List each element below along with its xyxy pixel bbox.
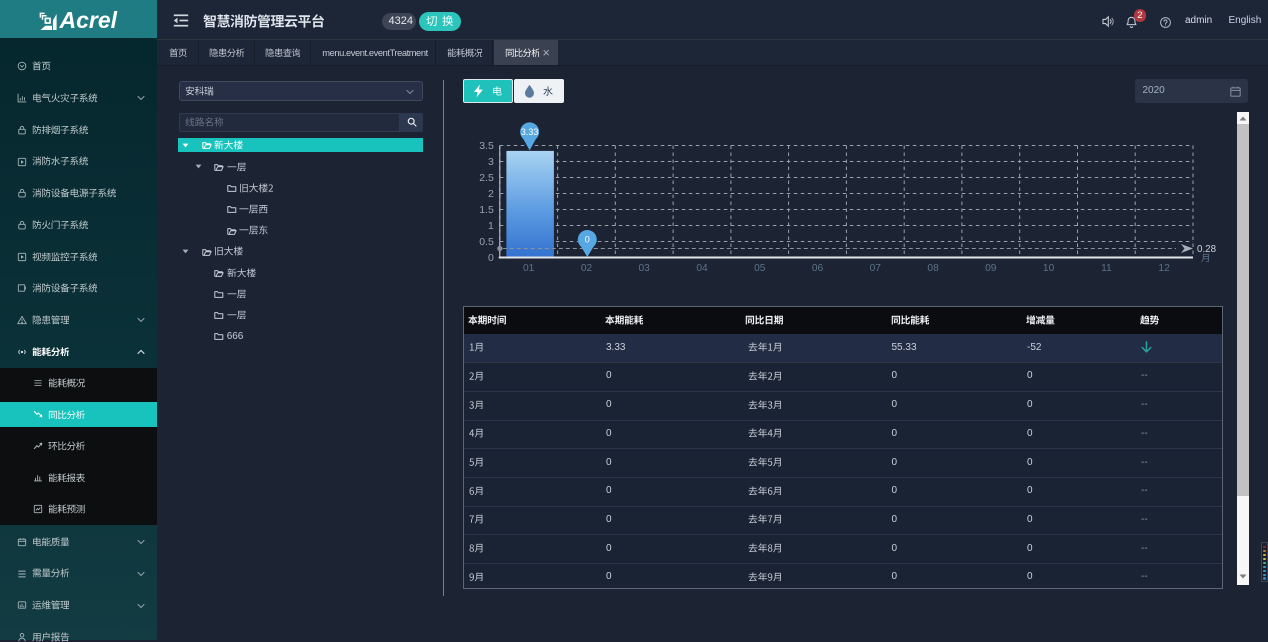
svg-text:09: 09: [985, 263, 997, 274]
svg-text:1: 1: [488, 220, 494, 232]
svg-text:01: 01: [523, 263, 535, 274]
svg-text:08: 08: [927, 263, 939, 274]
svg-text:2: 2: [488, 188, 494, 200]
svg-text:3: 3: [488, 156, 494, 168]
svg-text:02: 02: [581, 263, 593, 274]
svg-text:04: 04: [696, 263, 708, 274]
svg-text:12: 12: [1158, 263, 1170, 274]
svg-text:05: 05: [754, 263, 766, 274]
svg-text:1.5: 1.5: [479, 204, 494, 216]
svg-text:0.5: 0.5: [479, 236, 494, 248]
svg-text:3.5: 3.5: [479, 140, 494, 152]
svg-text:0: 0: [585, 235, 590, 245]
svg-text:2.5: 2.5: [479, 172, 494, 184]
svg-text:07: 07: [870, 263, 882, 274]
svg-text:03: 03: [639, 263, 651, 274]
svg-text:06: 06: [812, 263, 824, 274]
svg-text:3.33: 3.33: [521, 127, 539, 137]
svg-text:10: 10: [1043, 263, 1055, 274]
svg-text:0: 0: [488, 252, 494, 264]
svg-text:11: 11: [1101, 263, 1112, 274]
